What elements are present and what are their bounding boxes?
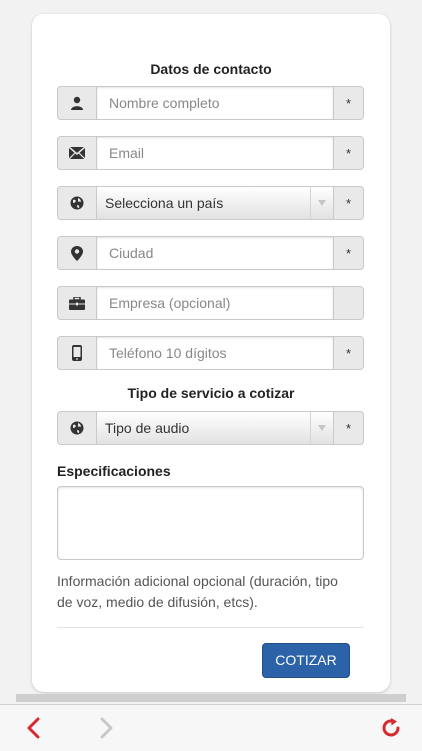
- city-field-row: *: [57, 236, 364, 270]
- specifications-textarea[interactable]: [58, 487, 363, 559]
- map-marker-icon: [57, 236, 97, 270]
- required-mark: *: [333, 411, 364, 445]
- specifications-help-text: Información adicional opcional (duración…: [57, 573, 338, 610]
- audio-type-select[interactable]: Tipo de audio: [97, 411, 333, 445]
- required-mark: *: [333, 136, 364, 170]
- phone-input[interactable]: [97, 345, 333, 361]
- company-field-row: [57, 286, 364, 320]
- required-mark: *: [333, 86, 364, 120]
- contact-section-title: Datos de contacto: [150, 61, 272, 77]
- name-input[interactable]: [97, 95, 333, 111]
- chevron-right-icon[interactable]: [94, 715, 120, 741]
- name-field-row: *: [57, 86, 364, 120]
- required-mark: *: [333, 336, 364, 370]
- form-divider: [57, 627, 364, 628]
- country-field-row: Selecciona un país *: [57, 186, 364, 220]
- card-bottom-edge: [16, 694, 406, 702]
- phone-field-row: *: [57, 336, 364, 370]
- user-icon: [57, 86, 97, 120]
- country-select-value: Selecciona un país: [105, 195, 224, 211]
- audio-type-field-row: Tipo de audio *: [57, 411, 364, 445]
- contact-form-card: Datos de contacto * * Selecciona un país…: [32, 14, 390, 692]
- globe-icon: [57, 186, 97, 220]
- city-input[interactable]: [97, 245, 333, 261]
- email-input[interactable]: [97, 145, 333, 161]
- required-mark: *: [333, 236, 364, 270]
- audio-type-select-value: Tipo de audio: [105, 420, 190, 436]
- specifications-label: Especificaciones: [57, 463, 171, 479]
- required-mark: *: [333, 186, 364, 220]
- service-section-title: Tipo de servicio a cotizar: [127, 385, 295, 401]
- globe-icon: [57, 411, 97, 445]
- envelope-icon: [57, 136, 97, 170]
- mobile-phone-icon: [57, 336, 97, 370]
- briefcase-icon: [57, 286, 97, 320]
- country-select[interactable]: Selecciona un país: [97, 186, 333, 220]
- browser-toolbar: [0, 704, 422, 751]
- chevron-down-icon: [310, 412, 333, 444]
- chevron-down-icon: [310, 187, 333, 219]
- reload-icon[interactable]: [378, 715, 404, 741]
- quote-submit-button[interactable]: COTIZAR: [262, 643, 350, 678]
- email-field-row: *: [57, 136, 364, 170]
- chevron-left-icon[interactable]: [20, 715, 46, 741]
- company-input[interactable]: [97, 295, 333, 311]
- optional-addon: [333, 286, 364, 320]
